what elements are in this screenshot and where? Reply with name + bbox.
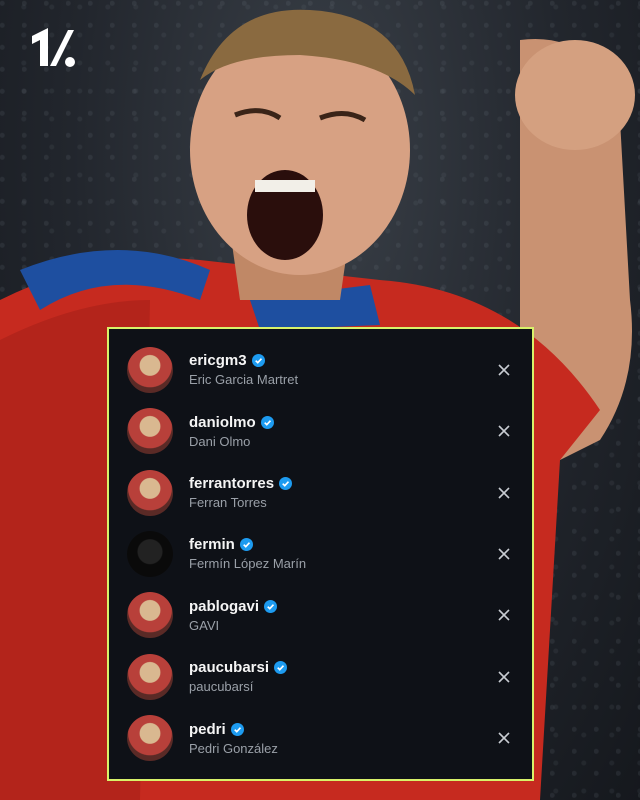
close-icon	[498, 486, 510, 499]
verified-badge-icon	[260, 415, 274, 429]
avatar[interactable]	[127, 346, 173, 393]
account-full-name: Ferran Torres	[189, 495, 267, 511]
list-item[interactable]: pedri Pedri González	[109, 708, 532, 769]
verified-badge-icon	[239, 538, 253, 552]
close-icon	[498, 548, 510, 560]
account-full-name: Dani Olmo	[189, 433, 251, 449]
account-handle[interactable]: ericgm3	[189, 352, 247, 369]
remove-button[interactable]	[494, 728, 514, 748]
brand-logo-icon	[32, 28, 75, 67]
remove-button[interactable]	[494, 483, 514, 503]
avatar[interactable]	[127, 592, 173, 639]
list-item[interactable]: pablogavi GAVI	[109, 585, 532, 646]
account-names: daniolmo Dani Olmo	[189, 414, 494, 449]
handle-line: paucubarsi	[189, 659, 494, 676]
list-item[interactable]: daniolmo Dani Olmo	[109, 400, 532, 461]
account-names: pablogavi GAVI	[189, 598, 494, 633]
avatar[interactable]	[127, 653, 173, 700]
avatar[interactable]	[127, 408, 173, 455]
list-item[interactable]: paucubarsi paucubarsí	[109, 646, 532, 707]
account-names: pedri Pedri González	[189, 721, 494, 756]
verified-badge-icon	[230, 722, 244, 736]
verified-badge-icon	[274, 661, 288, 675]
account-handle[interactable]: daniolmo	[189, 414, 256, 431]
remove-button[interactable]	[494, 667, 514, 687]
close-icon	[498, 425, 510, 437]
account-names: paucubarsi paucubarsí	[189, 659, 494, 694]
handle-line: fermin	[189, 536, 494, 553]
close-icon	[498, 609, 510, 621]
handle-line: ericgm3	[189, 352, 494, 369]
account-handle[interactable]: paucubarsi	[189, 659, 269, 676]
verified-badge-icon	[279, 477, 293, 491]
avatar[interactable]	[127, 530, 173, 577]
verified-badge-icon	[251, 354, 265, 368]
account-handle[interactable]: pedri	[189, 721, 226, 738]
remove-button[interactable]	[494, 544, 514, 564]
remove-button[interactable]	[494, 605, 514, 625]
account-names: fermin Fermín López Marín	[189, 536, 494, 571]
handle-line: daniolmo	[189, 414, 494, 431]
list-item[interactable]: ericgm3 Eric Garcia Martret	[109, 339, 532, 400]
verified-badge-icon	[264, 599, 278, 613]
account-handle[interactable]: pablogavi	[189, 598, 259, 615]
list-item[interactable]: fermin Fermín López Marín	[109, 523, 532, 584]
account-handle[interactable]: ferrantorres	[189, 475, 274, 492]
account-names: ferrantorres Ferran Torres	[189, 475, 494, 510]
remove-button[interactable]	[494, 360, 514, 380]
account-full-name: Fermín López Marín	[189, 556, 307, 572]
list-item[interactable]: ferrantorres Ferran Torres	[109, 462, 532, 523]
close-icon	[498, 671, 510, 683]
avatar[interactable]	[127, 469, 173, 516]
account-handle[interactable]: fermin	[189, 536, 235, 553]
avatar[interactable]	[127, 715, 173, 762]
close-icon	[498, 732, 510, 744]
close-icon	[498, 364, 510, 376]
account-full-name: Pedri González	[189, 740, 278, 756]
following-list-panel: ericgm3 Eric Garcia Martret daniolmo Dan…	[107, 327, 534, 781]
remove-button[interactable]	[494, 421, 514, 441]
handle-line: pablogavi	[189, 598, 494, 615]
account-full-name: Eric Garcia Martret	[189, 372, 299, 388]
handle-line: pedri	[189, 721, 494, 738]
handle-line: ferrantorres	[189, 475, 494, 492]
account-names: ericgm3 Eric Garcia Martret	[189, 352, 494, 387]
account-full-name: GAVI	[189, 617, 220, 633]
account-full-name: paucubarsí	[189, 679, 254, 695]
